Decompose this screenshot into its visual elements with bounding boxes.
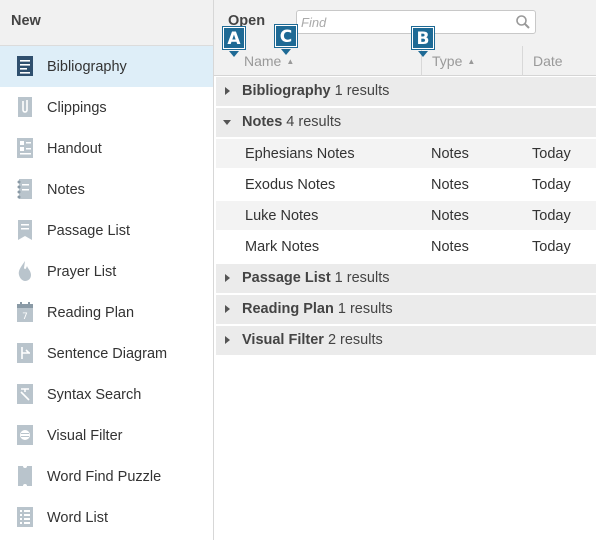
sort-ascending-icon: ▲ — [286, 57, 295, 66]
group-row-notes[interactable]: Notes 4 results — [216, 108, 596, 137]
cell-date: Today — [532, 208, 571, 224]
column-header-type[interactable]: Type ▲ — [432, 53, 475, 69]
sidebar-item-label: Notes — [47, 181, 85, 198]
sidebar-item-reading-plan[interactable]: 7 Reading Plan — [0, 292, 213, 333]
collapse-triangle-icon[interactable] — [223, 120, 231, 125]
prayer-flame-icon — [14, 260, 36, 282]
sidebar-item-label: Passage List — [47, 222, 131, 239]
cell-type: Notes — [431, 208, 469, 224]
group-count: 1 results — [337, 301, 393, 317]
sidebar-item-label: Bibliography — [47, 58, 127, 75]
sidebar-item-label: Reading Plan — [47, 304, 135, 321]
group-count: 2 results — [327, 332, 383, 348]
callout-b-badge: B — [412, 27, 434, 49]
cell-name: Luke Notes — [245, 208, 319, 224]
expand-triangle-icon[interactable] — [225, 274, 230, 282]
group-name: Bibliography — [242, 83, 331, 99]
sidebar-item-label: Handout — [47, 140, 102, 157]
group-count: 1 results — [334, 83, 390, 99]
sidebar-item-notes[interactable]: Notes — [0, 169, 213, 210]
group-count: 1 results — [334, 270, 390, 286]
open-panel: Open Name▲ Type▲ Date Bibliography1 resu… — [214, 0, 596, 540]
cell-name: Exodus Notes — [245, 177, 336, 193]
sentence-diagram-icon — [14, 342, 36, 364]
table-row[interactable]: Luke Notes Notes Today — [216, 201, 596, 230]
sidebar-item-clippings[interactable]: Clippings — [0, 87, 213, 128]
sidebar-item-passage-list[interactable]: Passage List — [0, 210, 213, 251]
group-row-visual-filter[interactable]: Visual Filter 2 results — [216, 326, 596, 355]
svg-text:7: 7 — [22, 312, 28, 322]
calendar-icon: 7 — [14, 301, 36, 323]
cell-date: Today — [532, 239, 571, 255]
sidebar-item-label: Clippings — [47, 99, 107, 116]
callout-a-pointer — [229, 51, 239, 57]
sidebar-item-label: Word Find Puzzle — [47, 468, 162, 485]
puzzle-icon — [14, 465, 36, 487]
group-row-passage-list[interactable]: Passage List 1 results — [216, 264, 596, 293]
column-divider[interactable] — [522, 46, 523, 76]
expand-triangle-icon[interactable] — [225, 305, 230, 313]
group-row-bibliography[interactable]: Bibliography 1 results — [216, 77, 596, 106]
cell-date: Today — [532, 146, 571, 162]
new-panel-title: New — [0, 0, 213, 46]
expand-triangle-icon[interactable] — [225, 87, 230, 95]
group-name: Visual Filter — [242, 332, 324, 348]
group-name: Passage List — [242, 270, 331, 286]
search-icon[interactable] — [515, 14, 531, 30]
column-header-date[interactable]: Date — [533, 53, 563, 69]
paperclip-icon — [14, 96, 36, 118]
sidebar-item-label: Prayer List — [47, 263, 117, 280]
cell-type: Notes — [431, 146, 469, 162]
table-row[interactable]: Ephesians Notes Notes Today — [216, 139, 596, 168]
sidebar-item-label: Word List — [47, 509, 108, 526]
cell-date: Today — [532, 177, 571, 193]
sidebar-item-label: Sentence Diagram — [47, 345, 168, 362]
group-count: 4 results — [286, 114, 342, 130]
sidebar-item-handout[interactable]: Handout — [0, 128, 213, 169]
callout-c-badge: C — [275, 25, 297, 47]
sidebar-item-visual-filter[interactable]: Visual Filter — [0, 415, 213, 456]
group-name: Notes — [242, 114, 283, 130]
column-header-name[interactable]: Name ▲ — [244, 53, 294, 69]
sidebar-item-bibliography[interactable]: Bibliography — [0, 46, 213, 87]
sort-ascending-icon: ▲ — [467, 57, 476, 66]
column-header-name-label: Name — [244, 53, 282, 69]
column-header: Name ▲ Type ▲ Date — [214, 46, 596, 76]
sidebar-item-word-find-puzzle[interactable]: Word Find Puzzle — [0, 456, 213, 497]
new-panel: New Bibliography Clippings Handout Notes… — [0, 0, 214, 540]
find-input[interactable] — [301, 12, 511, 32]
passage-list-icon — [14, 219, 36, 241]
cell-name: Mark Notes — [245, 239, 320, 255]
bibliography-icon — [14, 55, 36, 77]
sidebar-item-label: Syntax Search — [47, 386, 142, 403]
sidebar-item-word-list[interactable]: Word List — [0, 497, 213, 538]
callout-c-pointer — [281, 49, 291, 55]
sidebar-item-label: Visual Filter — [47, 427, 123, 444]
cell-name: Ephesians Notes — [245, 146, 355, 162]
table-row[interactable]: Exodus Notes Notes Today — [216, 170, 596, 199]
callout-b-pointer — [418, 51, 428, 57]
notes-icon — [14, 178, 36, 200]
syntax-search-icon — [14, 383, 36, 405]
visual-filter-icon — [14, 424, 36, 446]
cell-type: Notes — [431, 177, 469, 193]
expand-triangle-icon[interactable] — [225, 336, 230, 344]
table-row[interactable]: Mark Notes Notes Today — [216, 232, 596, 261]
handout-icon — [14, 137, 36, 159]
open-panel-header: Open — [214, 0, 596, 46]
group-row-reading-plan[interactable]: Reading Plan 1 results — [216, 295, 596, 324]
callout-a-badge: A — [223, 27, 245, 49]
group-name: Reading Plan — [242, 301, 334, 317]
cell-type: Notes — [431, 239, 469, 255]
column-header-type-label: Type — [432, 53, 463, 69]
sidebar-item-sentence-diagram[interactable]: Sentence Diagram — [0, 333, 213, 374]
sidebar-item-syntax-search[interactable]: Syntax Search — [0, 374, 213, 415]
word-list-icon — [14, 506, 36, 528]
sidebar-item-prayer-list[interactable]: Prayer List — [0, 251, 213, 292]
